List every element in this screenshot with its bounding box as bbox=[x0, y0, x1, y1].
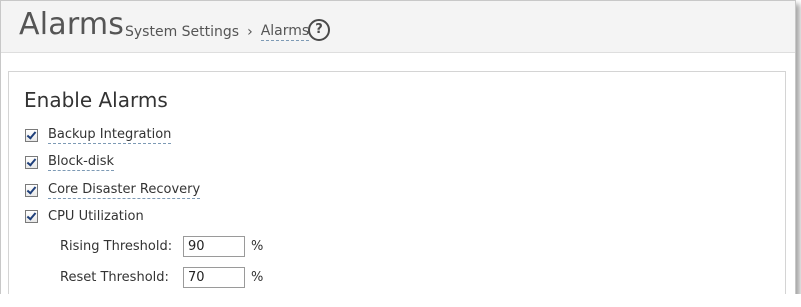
window: Alarms System Settings › Alarms ? Enable… bbox=[0, 0, 796, 301]
alarm-cpu-utilization[interactable]: CPU Utilization bbox=[25, 209, 144, 224]
rising-threshold-input[interactable] bbox=[183, 236, 245, 257]
breadcrumb-current[interactable]: Alarms bbox=[260, 23, 310, 41]
enable-alarms-panel: Enable Alarms Backup Integration Block-d… bbox=[8, 71, 786, 300]
page-title: Alarms bbox=[19, 7, 125, 42]
reset-threshold-row: Reset Threshold: % bbox=[60, 267, 263, 288]
rising-threshold-row: Rising Threshold: % bbox=[60, 236, 263, 257]
torn-edge bbox=[0, 294, 801, 307]
help-icon[interactable]: ? bbox=[308, 19, 330, 41]
backup-integration-label[interactable]: Backup Integration bbox=[48, 127, 172, 144]
alarm-block-disk[interactable]: Block-disk bbox=[25, 154, 115, 171]
reset-threshold-unit: % bbox=[251, 270, 264, 285]
cpu-utilization-label: CPU Utilization bbox=[48, 209, 144, 224]
reset-threshold-input[interactable] bbox=[183, 267, 245, 288]
reset-threshold-label: Reset Threshold: bbox=[60, 270, 169, 285]
backup-integration-checkbox[interactable] bbox=[25, 129, 38, 142]
block-disk-label[interactable]: Block-disk bbox=[48, 154, 115, 171]
rising-threshold-unit: % bbox=[251, 239, 264, 254]
cpu-utilization-checkbox[interactable] bbox=[25, 210, 38, 223]
section-title: Enable Alarms bbox=[24, 88, 168, 112]
alarm-core-disaster-recovery[interactable]: Core Disaster Recovery bbox=[25, 182, 201, 199]
core-disaster-recovery-checkbox[interactable] bbox=[25, 184, 38, 197]
page-header: Alarms System Settings › Alarms ? bbox=[1, 1, 795, 53]
block-disk-checkbox[interactable] bbox=[25, 156, 38, 169]
breadcrumb: System Settings › Alarms bbox=[125, 23, 310, 41]
breadcrumb-parent[interactable]: System Settings bbox=[125, 24, 239, 40]
breadcrumb-separator-icon: › bbox=[247, 24, 253, 40]
alarm-backup-integration[interactable]: Backup Integration bbox=[25, 127, 172, 144]
core-disaster-recovery-label[interactable]: Core Disaster Recovery bbox=[48, 182, 201, 199]
rising-threshold-label: Rising Threshold: bbox=[60, 239, 173, 254]
